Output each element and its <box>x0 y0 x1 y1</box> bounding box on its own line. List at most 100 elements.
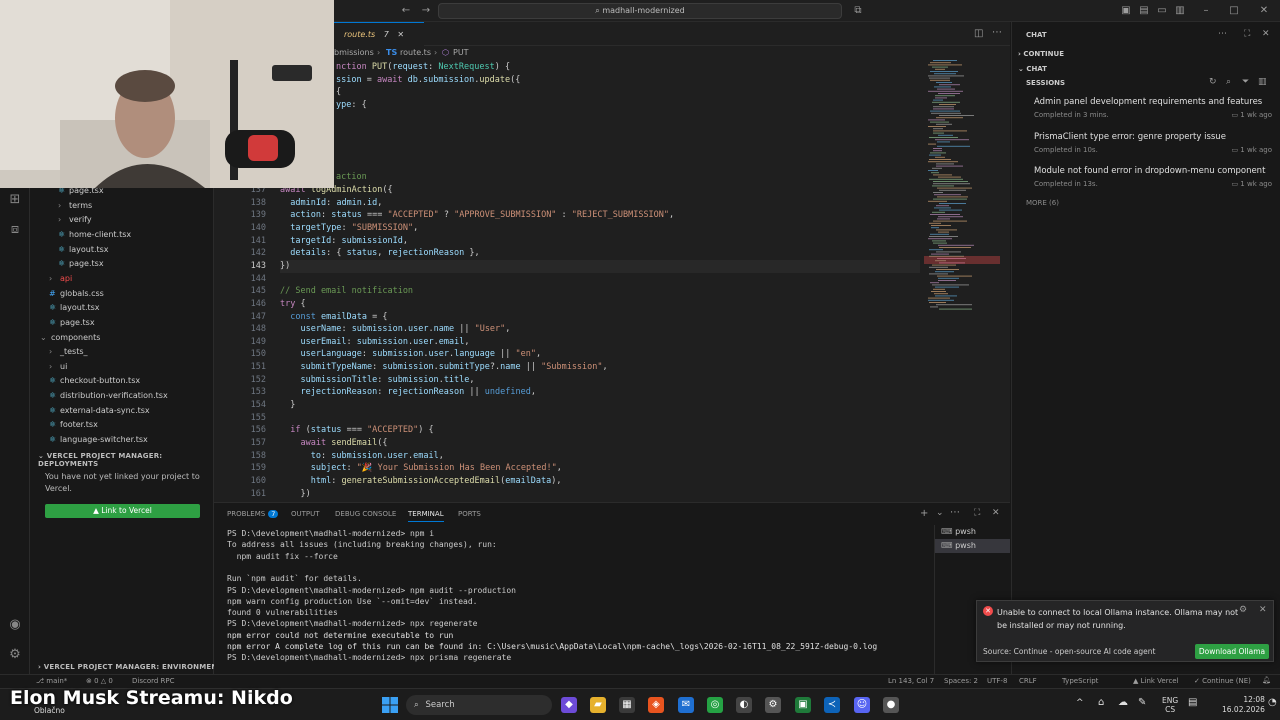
tree-item[interactable]: › verify <box>30 213 214 228</box>
terminal-instance[interactable]: ⌨ pwsh <box>935 525 1010 539</box>
vercel-deployments-header[interactable]: ⌄ VERCEL PROJECT MANAGER: DEPLOYMENTS <box>38 452 214 468</box>
settings-gear-icon[interactable]: ⚙ <box>7 647 23 663</box>
weather-widget[interactable]: Oblačno <box>34 706 65 715</box>
tree-item[interactable]: ⚛ home-client.tsx <box>30 228 214 243</box>
close-window-icon[interactable]: ✕ <box>1258 5 1270 17</box>
obs-icon[interactable]: ● <box>883 697 899 713</box>
tree-item[interactable]: › terms <box>30 199 214 214</box>
tree-item[interactable]: # globals.css <box>30 287 214 302</box>
file-explorer-icon[interactable]: ▰ <box>590 697 606 713</box>
account-icon[interactable]: ◉ <box>7 617 23 633</box>
panel-tab-debug-console[interactable]: DEBUG CONSOLE <box>335 510 396 518</box>
input-language[interactable]: ENG CS <box>1162 696 1178 714</box>
more-actions-icon[interactable]: ⋯ <box>992 27 1002 38</box>
problems-status[interactable]: ⊗ 0 △ 0 <box>86 677 113 685</box>
session-title[interactable]: Admin panel development requirements and… <box>1034 97 1262 107</box>
tree-item[interactable]: › api <box>30 272 214 287</box>
pen-icon[interactable]: ✎ <box>1138 697 1146 708</box>
tree-item[interactable]: ⚛ distribution-verification.tsx <box>30 389 214 404</box>
terminal-instance[interactable]: ⌨ pwsh <box>935 539 1010 553</box>
minimize-icon[interactable]: – <box>1200 5 1212 17</box>
close-icon[interactable]: ✕ <box>1259 605 1267 615</box>
line-ending[interactable]: CRLF <box>1019 677 1037 685</box>
session-title[interactable]: Module not found error in dropdown-menu … <box>1034 166 1265 176</box>
panel-tab-ports[interactable]: PORTS <box>458 510 481 518</box>
terminal-output[interactable]: PS D:\development\madhall-modernized> np… <box>214 525 924 675</box>
cloud-icon[interactable]: ☁ <box>1118 697 1128 708</box>
session-title[interactable]: PrismaClient type error: genre property … <box>1034 132 1226 142</box>
taskbar-search[interactable]: ⌕ Search <box>406 695 552 715</box>
tree-item[interactable]: ⌄ components <box>30 331 214 346</box>
close-panel-icon[interactable]: ✕ <box>992 508 1000 518</box>
close-icon[interactable]: ✕ <box>1262 29 1270 39</box>
more-actions-icon[interactable]: ⋯ <box>950 507 960 518</box>
link-to-vercel-button[interactable]: ▲ Link to Vercel <box>45 504 200 518</box>
language-mode[interactable]: TypeScript <box>1062 677 1098 685</box>
vercel-status[interactable]: ▲ Link Vercel <box>1133 677 1179 685</box>
new-terminal-icon[interactable]: + <box>920 508 928 519</box>
whatsapp-icon[interactable]: ◎ <box>707 697 723 713</box>
refresh-icon[interactable]: ↻ <box>1209 77 1217 87</box>
layout-icon[interactable]: ▣ <box>1120 5 1132 17</box>
close-tab-icon[interactable]: ✕ <box>397 30 404 39</box>
vercel-environment-header[interactable]: › VERCEL PROJECT MANAGER: ENVIRONMENT ..… <box>38 663 214 671</box>
search-icon[interactable]: ⌕ <box>1226 77 1231 87</box>
minimap[interactable] <box>924 60 1004 502</box>
indentation[interactable]: Spaces: 2 <box>944 677 978 685</box>
network-icon[interactable]: ▤ <box>1188 697 1197 708</box>
vscode-icon[interactable]: ≺ <box>824 697 840 713</box>
outlook-icon[interactable]: ✉ <box>678 697 694 713</box>
notification-bell-icon[interactable]: ◔ <box>1268 697 1277 708</box>
split-editor-icon[interactable]: ◫ <box>974 28 983 39</box>
more-sessions-link[interactable]: MORE (6) <box>1026 199 1059 207</box>
copilot-icon[interactable]: ⧉ <box>852 5 864 17</box>
back-arrow-icon[interactable]: ← <box>400 5 412 17</box>
tree-item[interactable]: ⚛ layout.tsx <box>30 243 214 258</box>
maximize-icon[interactable]: ⛶ <box>1244 29 1250 39</box>
panel-toggle-icon[interactable]: ▭ <box>1156 5 1168 17</box>
chevron-up-icon[interactable]: ^ <box>1076 698 1084 708</box>
github-icon[interactable]: ◐ <box>736 697 752 713</box>
breadcrumb-symbol[interactable]: PUT <box>453 46 469 60</box>
breadcrumb-segment[interactable]: bmissions <box>334 46 374 60</box>
panel-tab-problems[interactable]: PROBLEMS 7 <box>227 510 279 518</box>
gear-icon[interactable]: ⚙ <box>1239 605 1247 615</box>
nvidia-icon[interactable]: ▣ <box>795 697 811 713</box>
windows-start-icon[interactable] <box>382 697 398 713</box>
download-ollama-button[interactable]: Download Ollama <box>1195 644 1269 659</box>
extensions-icon[interactable]: ⊞ <box>7 192 23 208</box>
tree-item[interactable]: › _tests_ <box>30 345 214 360</box>
tree-item[interactable]: › ui <box>30 360 214 375</box>
controller-icon[interactable]: ⌂ <box>1098 697 1104 708</box>
cursor-position[interactable]: Ln 143, Col 7 <box>888 677 934 685</box>
discord-status[interactable]: Discord RPC <box>132 677 175 685</box>
settings-app-icon[interactable]: ⚙ <box>765 697 781 713</box>
clock[interactable]: 12:08 16.02.2026 <box>1222 695 1265 715</box>
forward-arrow-icon[interactable]: → <box>420 5 432 17</box>
maximize-icon[interactable]: □ <box>1228 5 1240 17</box>
brave-browser-icon[interactable]: ◈ <box>648 697 664 713</box>
tree-item[interactable]: ⚛ page.tsx <box>30 257 214 272</box>
tree-item[interactable]: ⚛ checkout-button.tsx <box>30 374 214 389</box>
tree-item[interactable]: ⚛ external-data-sync.tsx <box>30 404 214 419</box>
panel-tab-terminal[interactable]: TERMINAL <box>408 510 444 522</box>
encoding[interactable]: UTF-8 <box>987 677 1007 685</box>
branch-status[interactable]: ⎇ main* <box>36 677 67 685</box>
copilot-app-icon[interactable]: ◆ <box>561 697 577 713</box>
bell-icon[interactable]: 🔔︎ <box>1262 676 1271 684</box>
chevron-down-icon[interactable]: ⌄ <box>936 508 944 518</box>
tree-item[interactable]: ⚛ language-switcher.tsx <box>30 433 214 448</box>
chat-section[interactable]: ⌄ CHAT <box>1018 65 1047 73</box>
tree-item[interactable]: ⚛ page.tsx <box>30 316 214 331</box>
sidebar-toggle-icon[interactable]: ▤ <box>1138 5 1150 17</box>
tree-item[interactable]: ⚛ footer.tsx <box>30 418 214 433</box>
layout-icon[interactable]: ▥ <box>1258 77 1267 87</box>
maximize-panel-icon[interactable]: ⛶ <box>974 508 980 518</box>
filter-icon[interactable]: ⏷ <box>1242 77 1249 87</box>
panel-tab-output[interactable]: OUTPUT <box>291 510 320 518</box>
continue-section[interactable]: › CONTINUE <box>1018 50 1064 58</box>
continue-status[interactable]: ✓ Continue (NE) <box>1194 677 1251 685</box>
command-center-search[interactable]: ⌕ madhall-modernized <box>438 3 842 19</box>
tab-route-ts[interactable]: route.ts 7 ✕ <box>334 22 424 46</box>
discord-icon[interactable]: ☺ <box>854 697 870 713</box>
